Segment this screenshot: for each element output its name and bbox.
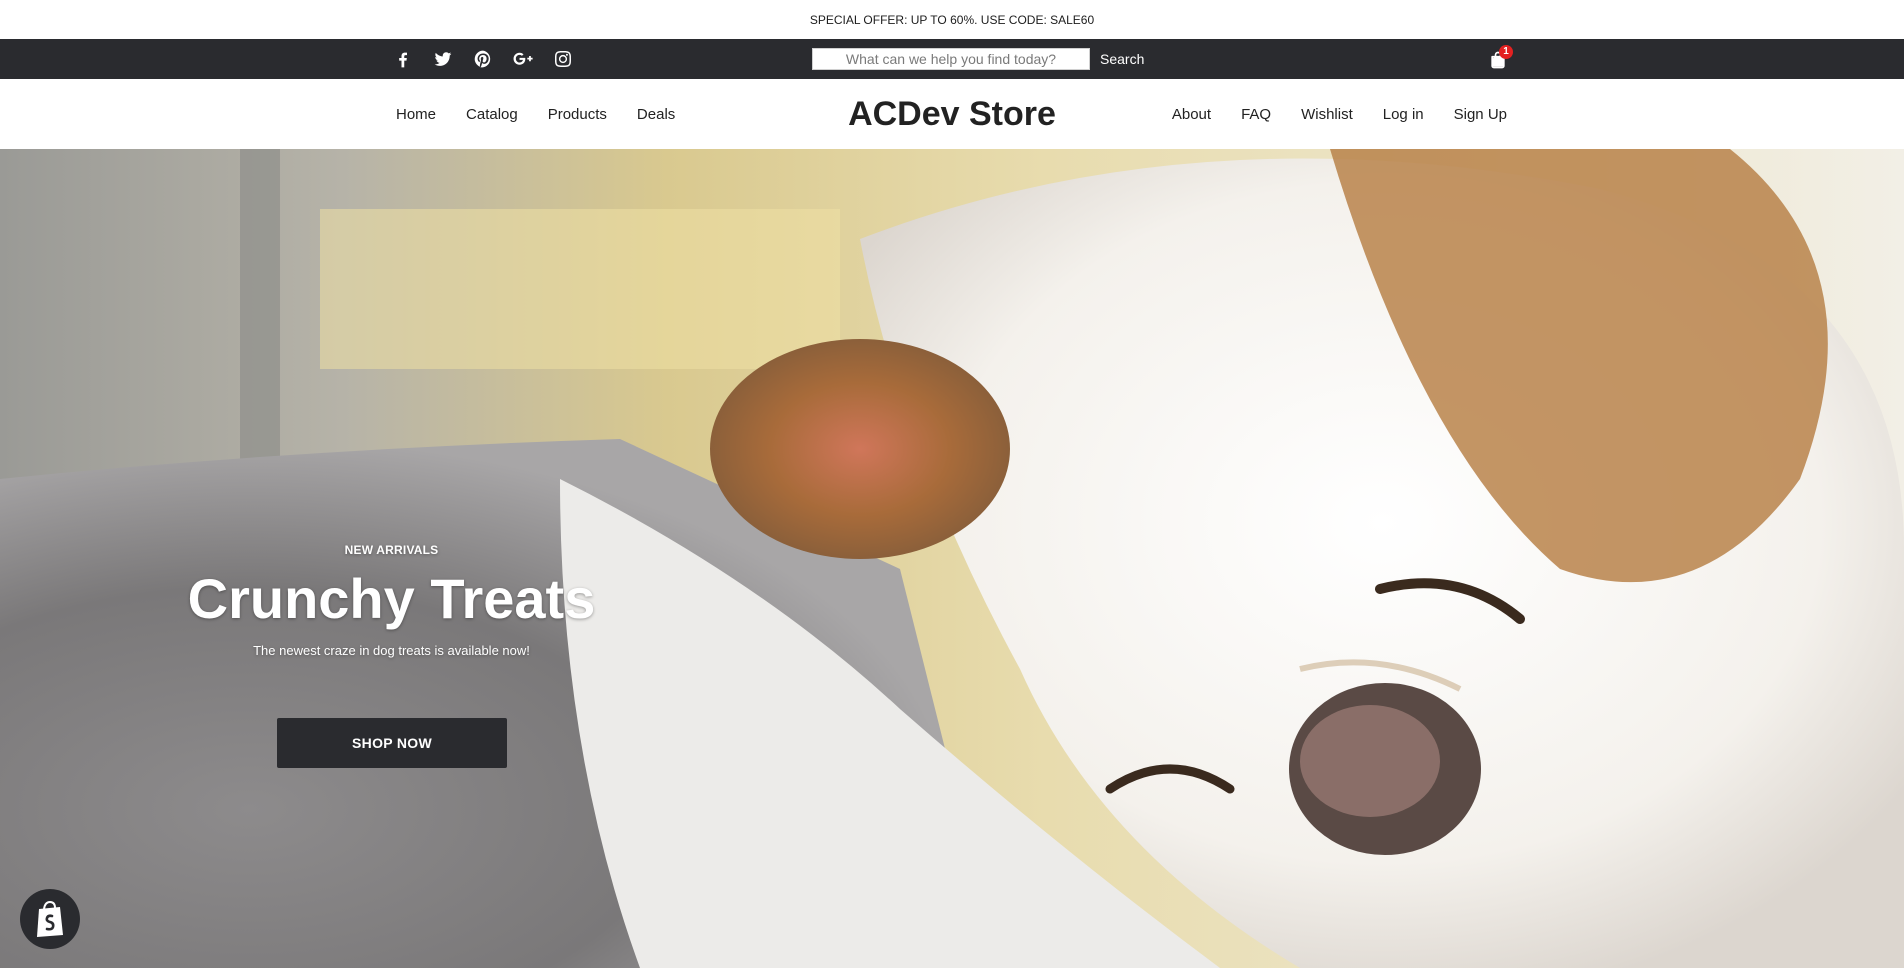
shop-now-button[interactable]: SHOP NOW <box>277 718 507 768</box>
nav-left: Home Catalog Products Deals <box>396 79 675 149</box>
social-links <box>392 39 574 79</box>
search-input[interactable] <box>812 48 1090 70</box>
nav-about-link[interactable]: About <box>1172 106 1211 123</box>
nav-catalog-link[interactable]: Catalog <box>466 106 518 123</box>
hero-banner: NEW ARRIVALS Crunchy Treats The newest c… <box>0 149 1904 968</box>
nav-login-link[interactable]: Log in <box>1383 106 1424 123</box>
search-button[interactable]: Search <box>1100 48 1144 70</box>
nav-signup-link[interactable]: Sign Up <box>1454 106 1507 123</box>
google-plus-icon[interactable] <box>512 48 534 70</box>
utility-bar: Search 1 <box>0 39 1904 79</box>
twitter-icon[interactable] <box>432 48 454 70</box>
nav-products-link[interactable]: Products <box>548 106 607 123</box>
shopify-bag-icon <box>37 900 63 937</box>
main-navigation: ACDev Store Home Catalog Products Deals … <box>0 79 1904 149</box>
nav-home-link[interactable]: Home <box>396 106 436 123</box>
hero-text-block: NEW ARRIVALS Crunchy Treats The newest c… <box>160 543 623 658</box>
nav-faq-link[interactable]: FAQ <box>1241 106 1271 123</box>
announcement-bar: SPECIAL OFFER: UP TO 60%. USE CODE: SALE… <box>0 0 1904 39</box>
announcement-text: SPECIAL OFFER: UP TO 60%. USE CODE: SALE… <box>809 12 1095 27</box>
pinterest-icon[interactable] <box>472 48 494 70</box>
shopify-badge[interactable] <box>20 889 80 949</box>
nav-wishlist-link[interactable]: Wishlist <box>1301 106 1353 123</box>
hero-title: Crunchy Treats <box>187 567 596 630</box>
nav-deals-link[interactable]: Deals <box>637 106 675 123</box>
instagram-icon[interactable] <box>552 48 574 70</box>
hero-eyebrow: NEW ARRIVALS <box>344 543 439 557</box>
cart-button[interactable]: 1 <box>1486 45 1513 72</box>
store-logo-text[interactable]: ACDev Store <box>848 95 1056 134</box>
hero-subtitle: The newest craze in dog treats is availa… <box>253 643 530 658</box>
store-logo: ACDev Store <box>0 79 1904 149</box>
cart-count-badge: 1 <box>1499 45 1513 59</box>
facebook-icon[interactable] <box>392 48 414 70</box>
nav-right: About FAQ Wishlist Log in Sign Up <box>1172 79 1507 149</box>
